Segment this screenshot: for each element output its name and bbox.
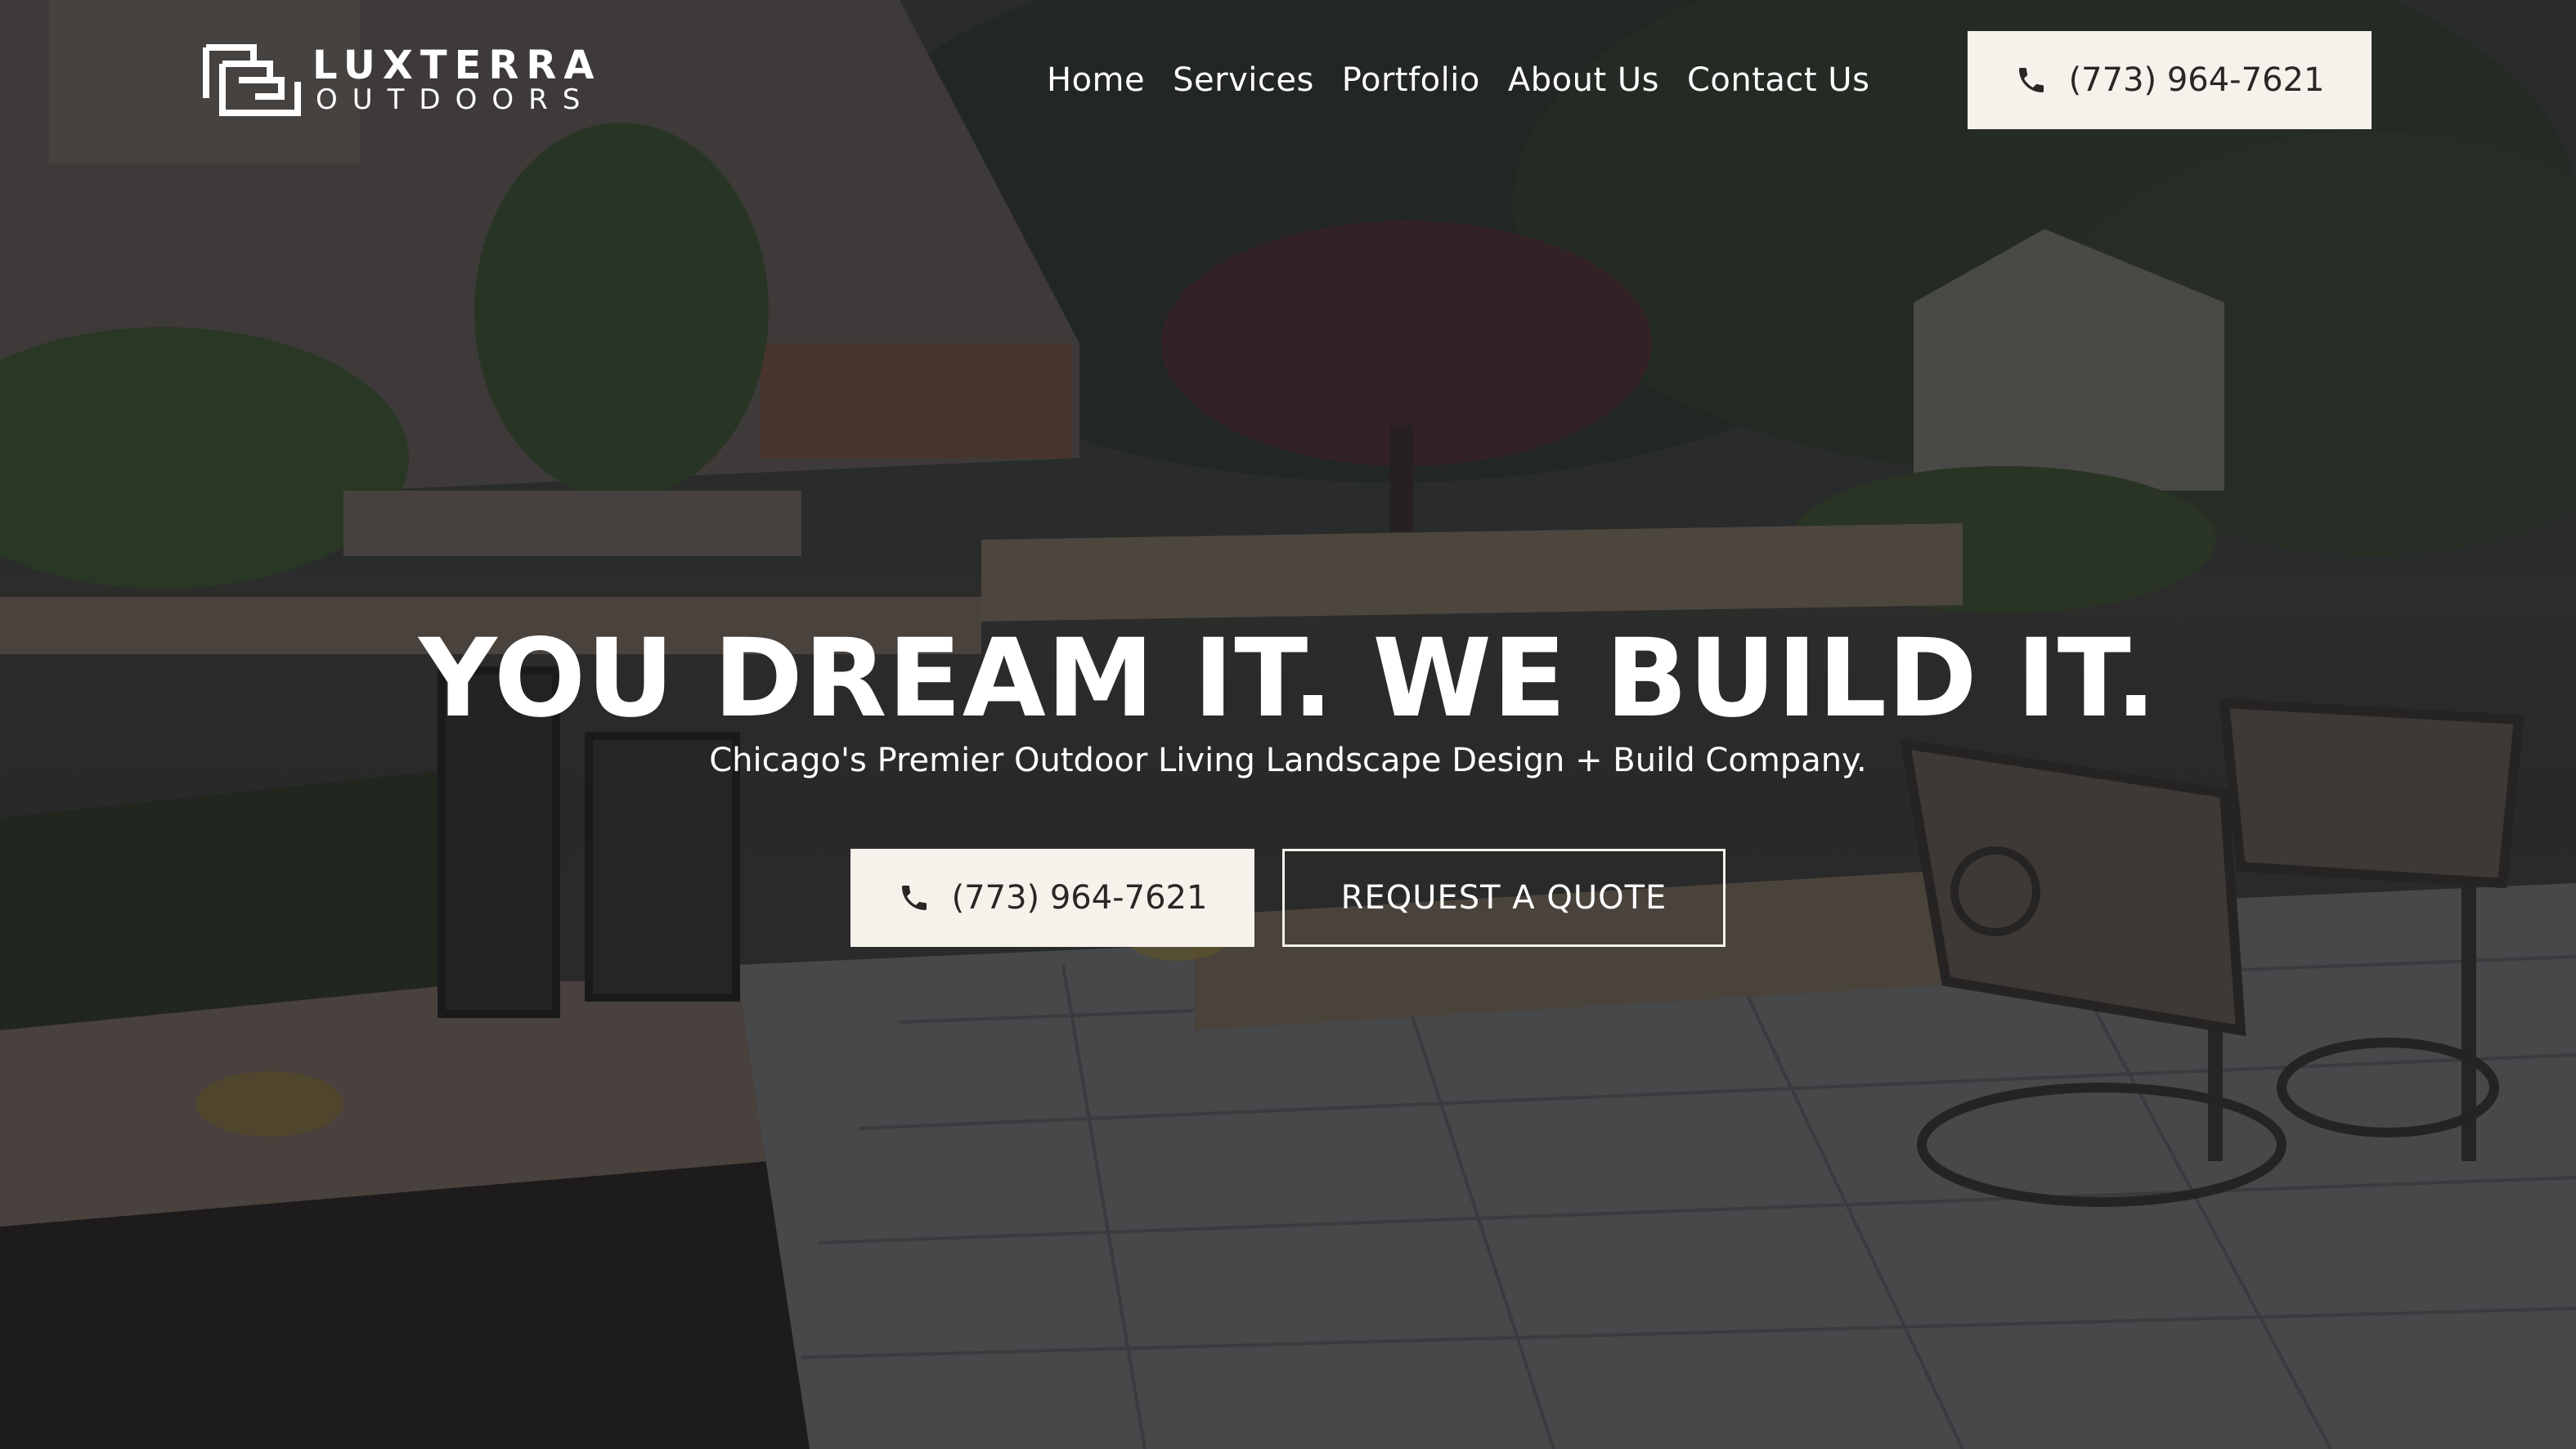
- nav-item-home[interactable]: Home: [1047, 54, 1145, 106]
- brand-logo[interactable]: LUXTERRA OUTDOORS: [203, 43, 612, 121]
- hero-subheadline: Chicago's Premier Outdoor Living Landsca…: [709, 742, 1867, 779]
- brand-name: LUXTERRA: [312, 43, 602, 88]
- hero-cta-row: (773) 964-7621 REQUEST A QUOTE: [850, 849, 1726, 947]
- phone-icon: [901, 886, 927, 910]
- main-nav: Home Services Portfolio About Us Contact…: [1047, 54, 1869, 106]
- hero-section: LUXTERRA OUTDOORS Home Services Portfoli…: [0, 0, 2576, 1449]
- request-quote-label: REQUEST A QUOTE: [1340, 879, 1667, 917]
- phone-icon: [2018, 68, 2044, 92]
- logo-mark-icon: [203, 44, 301, 116]
- nav-item-contact-us[interactable]: Contact Us: [1687, 54, 1869, 106]
- site-header: LUXTERRA OUTDOORS Home Services Portfoli…: [0, 0, 2576, 164]
- brand-tagline: OUTDOORS: [316, 83, 595, 116]
- hero-phone-button[interactable]: (773) 964-7621: [850, 849, 1254, 947]
- nav-item-portfolio[interactable]: Portfolio: [1342, 54, 1480, 106]
- nav-item-about-us[interactable]: About Us: [1508, 54, 1659, 106]
- hero-phone-label: (773) 964-7621: [951, 879, 1208, 917]
- request-quote-button[interactable]: REQUEST A QUOTE: [1282, 849, 1726, 947]
- hero-headline: YOU DREAM IT. WE BUILD IT.: [419, 616, 2157, 742]
- header-phone-label: (773) 964-7621: [2068, 61, 2325, 99]
- header-phone-button[interactable]: (773) 964-7621: [1968, 31, 2372, 129]
- nav-item-services[interactable]: Services: [1173, 54, 1314, 106]
